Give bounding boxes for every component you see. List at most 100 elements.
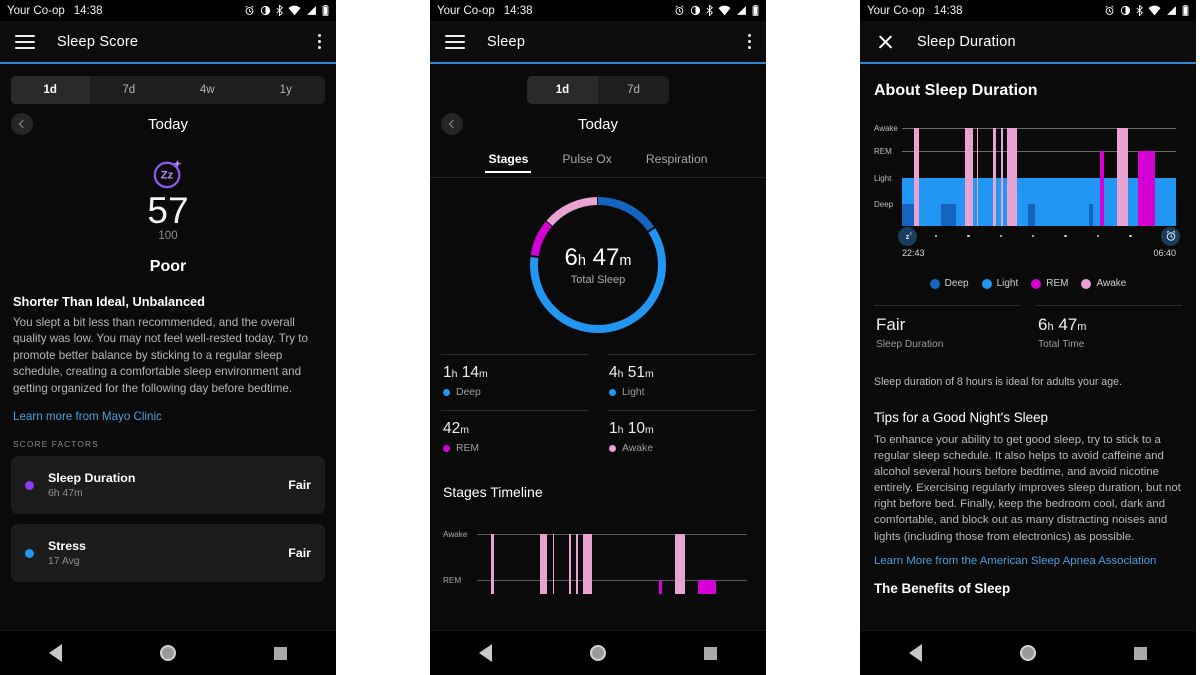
sleep-end-time: 06:40: [1153, 248, 1176, 258]
phone-panel-sleep: Your Co-op 14:38 Sleep 1d 7d Today Stage…: [430, 0, 766, 675]
factor-value: 17 Avg: [48, 556, 80, 568]
sleep-apnea-association-link[interactable]: Learn More from the American Sleep Apnea…: [860, 545, 1196, 567]
phone-panel-sleep-score: Your Co-op 14:38 Sleep Score 1d 7d 4w 1y…: [0, 0, 336, 675]
stat-label: Awake: [622, 443, 653, 454]
kebab-icon[interactable]: [318, 34, 321, 49]
total-sleep-donut-chart: 6h 47m Total Sleep: [430, 192, 766, 338]
recents-icon[interactable]: [1134, 646, 1147, 660]
tab-respiration[interactable]: Respiration: [646, 152, 708, 173]
panel2-body: 1d 7d Today Stages Pulse Ox Respiration: [430, 64, 766, 630]
legend-label: Awake: [1096, 278, 1127, 289]
back-icon[interactable]: [479, 644, 492, 662]
hypnogram-bar-awake: [1117, 128, 1129, 226]
description-body: You slept a bit less than recommended, a…: [13, 316, 308, 395]
description-heading: Shorter Than Ideal, Unbalanced: [13, 294, 205, 309]
status-time: 14:38: [73, 4, 103, 17]
range-tab-7d[interactable]: 7d: [90, 76, 169, 104]
timeline-bars: [477, 522, 747, 594]
hypnogram-bar-awake: [1007, 128, 1018, 226]
score-factor-sleep-duration[interactable]: Sleep Duration 6h 47m Fair: [11, 456, 325, 515]
stat-hours-unit: h: [617, 368, 624, 380]
hours-number: 6: [564, 244, 578, 271]
recents-icon[interactable]: [274, 646, 287, 660]
hours-unit: h: [577, 253, 586, 269]
status-icons: [244, 5, 329, 16]
home-icon[interactable]: [590, 645, 606, 661]
hypnogram-bar-deep: [902, 204, 915, 226]
summary-sleep-duration: Fair Sleep Duration: [874, 305, 1020, 350]
hamburger-icon[interactable]: [15, 34, 35, 49]
status-carrier: Your Co-op: [437, 4, 495, 17]
duration-note: Sleep duration of 8 hours is ideal for a…: [874, 376, 1122, 388]
signal-icon: [737, 6, 746, 15]
hypnogram-bar-light: [1035, 178, 1089, 226]
range-tab-4w[interactable]: 4w: [168, 76, 247, 104]
recents-icon[interactable]: [704, 646, 717, 660]
home-icon[interactable]: [1020, 645, 1036, 661]
contrast-icon: [1120, 5, 1131, 16]
status-time: 14:38: [503, 4, 533, 17]
summary-total-value: 6h 47m: [1038, 315, 1180, 335]
timeline-bar: [659, 580, 663, 594]
hypnogram-bars: [902, 116, 1176, 236]
status-carrier: Your Co-op: [7, 4, 65, 17]
panel1-body: 1d 7d 4w 1y Today Zz 57 100 Poor Shorter…: [0, 64, 336, 630]
axis-tick: [1129, 234, 1132, 238]
hypnogram-bar-deep: [1028, 204, 1036, 226]
stat-deep: 1h 14m Deep: [441, 354, 589, 410]
hamburger-icon[interactable]: [445, 34, 465, 49]
stat-label: REM: [456, 443, 480, 454]
legend-item-awake: Awake: [1081, 278, 1126, 289]
bluetooth-icon: [706, 5, 713, 16]
hypnogram-legend: Deep Light REM Awake: [860, 278, 1196, 289]
range-tab-1d[interactable]: 1d: [11, 76, 90, 104]
axis-tick: [967, 234, 970, 238]
tab-pulse-ox[interactable]: Pulse Ox: [562, 152, 611, 173]
summary-rating-label: Sleep Duration: [876, 339, 944, 350]
summary-rating: Fair: [876, 315, 906, 334]
range-tab-1d[interactable]: 1d: [527, 76, 598, 104]
timeline-bar: [675, 534, 685, 594]
stat-label: Light: [622, 387, 645, 398]
timeline-bar: [575, 534, 578, 594]
hypnogram-bar-light: [1093, 178, 1101, 226]
stat-minutes-unit: m: [645, 424, 654, 436]
alarm-icon: [1105, 5, 1114, 15]
score-factor-stress[interactable]: Stress 17 Avg Fair: [11, 524, 325, 583]
status-bar: Your Co-op 14:38: [0, 0, 336, 21]
screenshot-root: Your Co-op 14:38 Sleep Score 1d 7d 4w 1y…: [0, 0, 1200, 675]
previous-day-button[interactable]: [11, 113, 33, 135]
axis-tick: [1064, 234, 1067, 238]
contrast-icon: [690, 5, 701, 16]
total-sleep-caption: Total Sleep: [570, 274, 626, 286]
mayo-clinic-link[interactable]: Learn more from Mayo Clinic: [13, 410, 323, 423]
previous-day-button[interactable]: [441, 113, 463, 135]
page-title: Sleep Duration: [917, 33, 1016, 50]
wifi-icon: [718, 5, 731, 16]
tab-stages[interactable]: Stages: [485, 152, 532, 173]
stat-minutes: 14: [461, 364, 480, 381]
status-icons: [1104, 5, 1189, 16]
range-tab-1y[interactable]: 1y: [247, 76, 326, 104]
status-bar: Your Co-op 14:38: [860, 0, 1196, 21]
close-icon[interactable]: [875, 32, 895, 52]
stat-minutes: 51: [627, 364, 646, 381]
back-icon[interactable]: [49, 644, 62, 662]
range-tab-7d[interactable]: 7d: [598, 76, 669, 104]
axis-tick: [934, 234, 938, 238]
range-segmented-control: 1d 7d 4w 1y: [11, 76, 325, 104]
stat-hours: 1: [443, 364, 452, 381]
home-icon[interactable]: [160, 645, 176, 661]
stat-dot: [443, 445, 450, 452]
metric-tabs: Stages Pulse Ox Respiration: [430, 152, 766, 177]
signal-icon: [307, 6, 316, 15]
status-bar: Your Co-op 14:38: [430, 0, 766, 21]
kebab-icon[interactable]: [748, 34, 751, 49]
chevron-left-icon: [448, 119, 458, 129]
factor-name: Stress: [48, 539, 86, 554]
timeline-axis-label-awake: Awake: [443, 530, 468, 539]
stat-dot: [609, 445, 616, 452]
legend-dot: [1081, 278, 1092, 289]
legend-dot: [929, 278, 940, 289]
back-icon[interactable]: [909, 644, 922, 662]
